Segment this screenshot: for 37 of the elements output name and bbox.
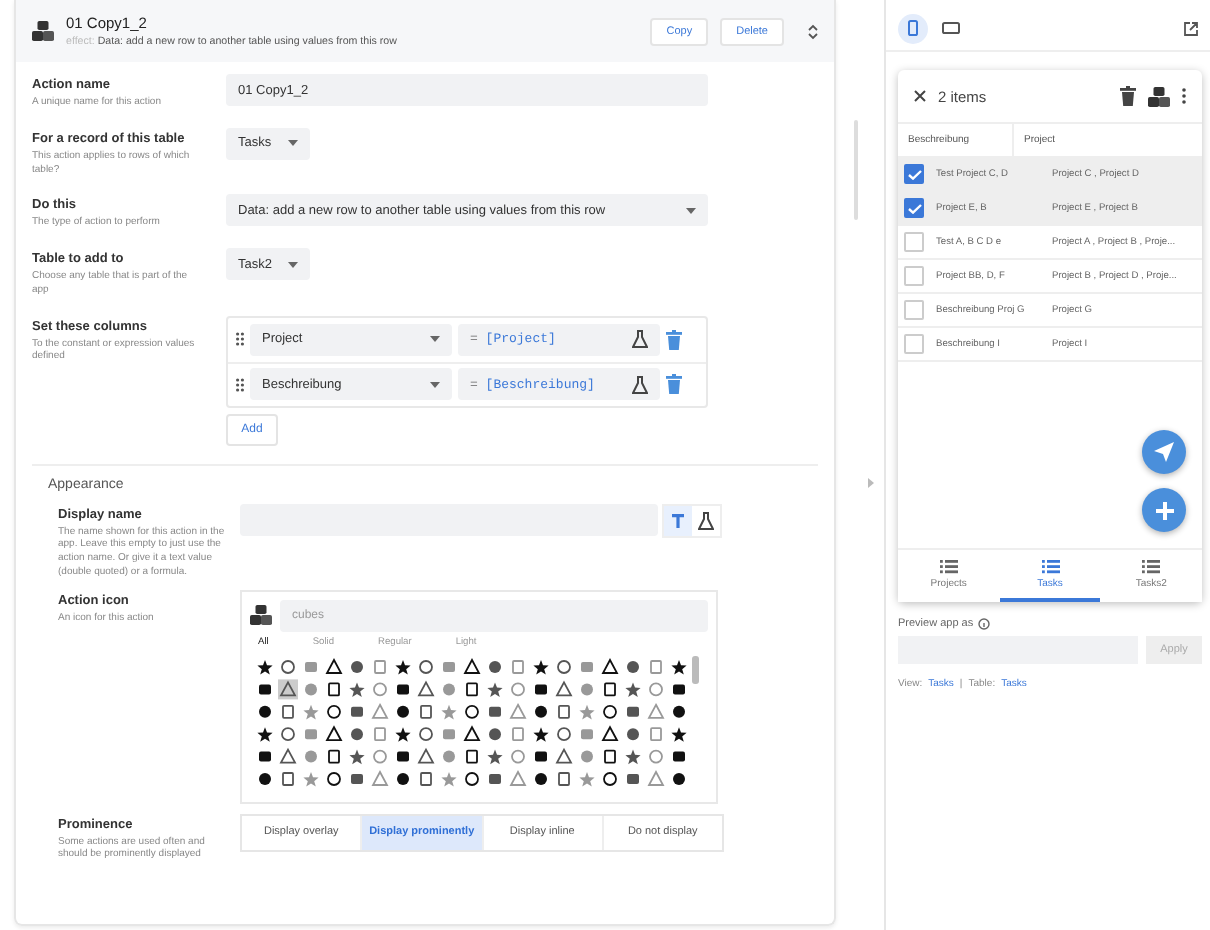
dropdown-caret-icon [430,381,440,387]
list-icon [1142,559,1161,573]
drag-handle-icon[interactable] [236,332,244,346]
row-checkbox[interactable] [904,300,924,320]
expand-collapse-icon[interactable] [808,23,818,39]
cubes-icon [32,20,54,42]
row-checkbox[interactable] [904,198,924,218]
dropdown-caret-icon [686,207,696,214]
row-checkbox[interactable] [904,334,924,354]
tablet-icon [942,22,960,34]
cubes-icon [1148,85,1170,107]
send-button[interactable] [1142,430,1186,474]
row-checkbox[interactable] [904,266,924,286]
phone-view-button[interactable] [898,13,928,43]
text-mode-button[interactable] [664,505,692,535]
flask-icon[interactable] [698,511,714,529]
delete-icon[interactable] [1120,86,1136,106]
list-icon [939,559,958,573]
add-button[interactable] [1142,488,1186,532]
dropdown-caret-icon [287,261,298,267]
row-checkbox[interactable] [904,164,924,184]
plus-icon [1155,501,1173,519]
row-checkbox[interactable] [904,232,924,252]
flask-icon[interactable] [632,375,648,393]
text-icon [672,513,684,527]
dropdown-caret-icon [287,140,298,147]
phone-icon [908,20,918,36]
dropdown-caret-icon [430,336,440,342]
cubes-icon [250,604,272,626]
drag-handle-icon[interactable] [236,377,244,391]
open-external-icon[interactable] [1184,21,1198,35]
info-icon[interactable] [977,618,990,630]
scrollbar[interactable] [854,120,858,220]
flask-icon[interactable] [632,330,648,348]
send-icon [1154,442,1174,462]
close-icon[interactable] [914,90,926,102]
list-icon [1041,559,1059,573]
